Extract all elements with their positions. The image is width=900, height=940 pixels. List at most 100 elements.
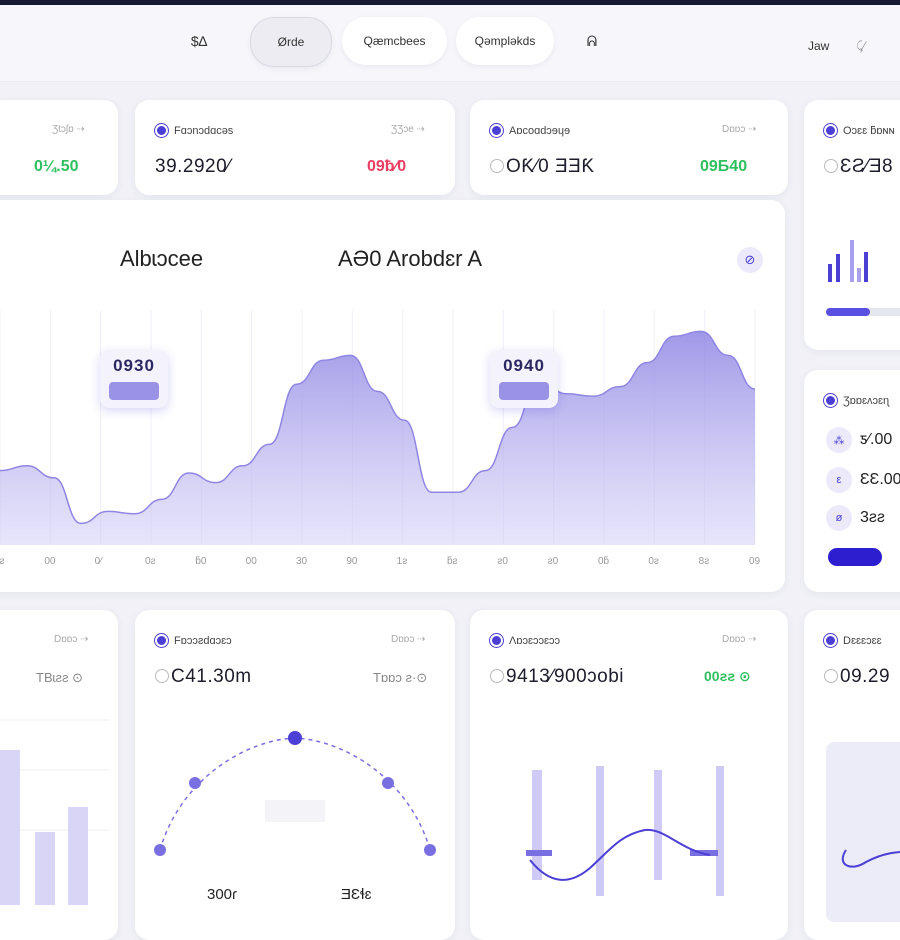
stat-value: 09.29 bbox=[824, 666, 890, 688]
stat-change: TBɩƨƨ ⊙ bbox=[36, 670, 84, 685]
list-action-button[interactable] bbox=[828, 548, 882, 566]
list-item[interactable]: ø 3ƨƨ bbox=[826, 504, 885, 532]
card-title: Fɒɔɔƨdɑɔɛɔ bbox=[155, 634, 232, 647]
chart-tooltip-0[interactable]: 0930 bbox=[100, 350, 168, 408]
ring-icon bbox=[824, 669, 838, 683]
bullet-icon bbox=[824, 394, 837, 407]
card-title-text: Fɑɔnɔdɑcəs bbox=[174, 124, 234, 137]
x-tick-label: 8ƨ bbox=[698, 556, 710, 567]
stat-card-1[interactable]: Fɑɔnɔdɑcəs ƷƷɔe ⇢ 39.2920⁄ 09ƀ⁄0 bbox=[135, 100, 455, 195]
user-icon[interactable]: ᕱ bbox=[568, 17, 616, 65]
card-title-text: Dɛɛɛɔɛɛ bbox=[843, 634, 882, 647]
ring-icon bbox=[155, 669, 169, 683]
nav-pill-2[interactable]: Qəmpləkds bbox=[456, 17, 554, 65]
card-title: Aɒcoɑdɔɘɥɘ bbox=[490, 124, 570, 137]
bar bbox=[35, 832, 55, 905]
side-list-card[interactable]: Ʒɒɒɛʌɔɛɳ ⁂ ƽ⁄.00 ε ƐƐ.00 ø 3ƨƨ bbox=[804, 370, 900, 592]
tooltip-value: 0930 bbox=[113, 356, 155, 375]
bullet-icon bbox=[824, 634, 837, 647]
gauge-point bbox=[154, 844, 166, 856]
mini-bar bbox=[850, 240, 854, 282]
nav-right-label[interactable]: Jaw bbox=[808, 39, 829, 53]
stat-value-text: ƐƧ⁄Ǝ8 bbox=[840, 156, 894, 177]
x-tick-label: 90 bbox=[346, 556, 358, 567]
bullet-icon bbox=[824, 124, 837, 137]
stat-value: C41.30m bbox=[155, 666, 252, 688]
ring-icon bbox=[490, 669, 504, 683]
logo-icon[interactable]: $∆ bbox=[175, 17, 223, 65]
stat-change: 09ƀ⁄0 bbox=[367, 158, 407, 175]
nav-pill-0[interactable]: Ørde bbox=[250, 17, 332, 67]
stat-card-0[interactable]: Ʒtɔʃɒ ⇢ 0¼.50 bbox=[0, 100, 118, 195]
gauge-label-right: ƎƐɬɛ bbox=[341, 886, 372, 903]
bullet-icon bbox=[155, 634, 168, 647]
mini-bar bbox=[828, 264, 832, 282]
bottom-card-3[interactable]: Dɛɛɛɔɛɛ 09.29 bbox=[804, 610, 900, 940]
bar bbox=[68, 807, 88, 905]
x-tick-label: 30 bbox=[296, 556, 308, 567]
list-item[interactable]: ⁂ ƽ⁄.00 bbox=[826, 426, 892, 454]
gauge-arc bbox=[159, 737, 431, 851]
list-item[interactable]: ε ƐƐ.00 bbox=[826, 466, 900, 494]
main-chart-panel: Albɩɔcee AƏ0 Arobdɛr A ⊘ 0930 0940 1ƨ000… bbox=[0, 200, 785, 592]
stat-value: ƐƧ⁄Ǝ8 bbox=[824, 156, 893, 178]
list-item-icon: ø bbox=[826, 505, 852, 531]
candle bbox=[654, 770, 662, 880]
card-meta[interactable]: Dɒɒɔ ⇢ bbox=[391, 634, 426, 645]
logo-text: $∆ bbox=[190, 33, 208, 49]
bullet-icon bbox=[155, 124, 168, 137]
mini-bar-chart bbox=[828, 240, 868, 282]
card-meta[interactable]: Dɒɒɔ ⇢ bbox=[54, 634, 89, 645]
gauge-label-left: 300ɾ bbox=[207, 886, 238, 903]
side-card-top[interactable]: Oɔɛɛ ƃɒɴɴ ƐƧ⁄Ǝ8 bbox=[804, 100, 900, 350]
card-meta[interactable]: Dɒɒɔ ⇢ bbox=[722, 124, 757, 135]
card-meta[interactable]: ƷƷɔe ⇢ bbox=[391, 124, 425, 135]
x-tick-label: ƨ0 bbox=[497, 556, 508, 567]
nav-pill-label: Qəmpləkds bbox=[474, 34, 536, 48]
stat-value: 39.2920⁄ bbox=[155, 156, 231, 177]
card-title-text: Ʌɒɔɛɔɔɛɔɔ bbox=[509, 634, 561, 647]
gauge-center-blur bbox=[265, 800, 325, 822]
card-meta[interactable]: Dɒɒɔ ⇢ bbox=[722, 634, 757, 645]
stat-change: 09Ƃ40 bbox=[700, 158, 748, 175]
bullet-icon bbox=[490, 634, 503, 647]
bottom-card-0[interactable]: Dɒɒɔ ⇢ TBɩƨƨ ⊙ bbox=[0, 610, 118, 940]
chart-tooltip-1[interactable]: 0940 bbox=[490, 350, 558, 408]
stat-value-text: 9413⁄900ɔobi bbox=[506, 666, 624, 687]
tooltip-bar bbox=[499, 382, 549, 400]
mini-bar bbox=[836, 254, 840, 282]
x-tick-label: ƨ0 bbox=[547, 556, 559, 567]
x-tick-label: 00 bbox=[245, 556, 257, 567]
mini-line bbox=[841, 849, 900, 868]
card-title-text: Fɒɔɔƨdɑɔɛɔ bbox=[174, 634, 232, 647]
card-meta[interactable]: Ʒtɔʃɒ ⇢ bbox=[52, 124, 85, 135]
candle bbox=[716, 766, 724, 896]
gauge-chart bbox=[154, 731, 436, 856]
x-tick-label: 09 bbox=[749, 556, 761, 567]
card-title: Fɑɔnɔdɑcəs bbox=[155, 124, 233, 137]
mini-bar bbox=[857, 268, 861, 282]
trend-line bbox=[529, 828, 711, 881]
stat-change: Tɒɒɔ ƨ·⊙ bbox=[373, 670, 428, 685]
stat-value: 9413⁄900ɔobi bbox=[490, 666, 624, 688]
list-item-value: 3ƨƨ bbox=[860, 509, 885, 526]
card-title: Oɔɛɛ ƃɒɴɴ bbox=[824, 124, 895, 137]
stat-value-text: OƘ⁄0 ƎƎƘ bbox=[506, 156, 595, 177]
list-item-icon: ⁂ bbox=[826, 427, 852, 453]
list-item-icon: ε bbox=[826, 467, 852, 493]
x-tick-label: 1ƨ bbox=[396, 556, 408, 567]
gauge-point bbox=[189, 777, 201, 789]
card-title-text: Aɒcoɑdɔɘɥɘ bbox=[509, 124, 571, 137]
gauge-point bbox=[424, 844, 436, 856]
bottom-card-1[interactable]: Fɒɔɔƨdɑɔɛɔ Dɒɒɔ ⇢ C41.30m Tɒɒɔ ƨ·⊙ 300ɾ … bbox=[135, 610, 455, 940]
nav-pill-1[interactable]: Qæmcbees bbox=[342, 17, 447, 65]
gauge-point bbox=[382, 777, 394, 789]
bottom-card-2[interactable]: Ʌɒɔɛɔɔɛɔɔ Dɒɒɔ ⇢ 9413⁄900ɔobi 00ƨƨ ⊙ bbox=[470, 610, 788, 940]
stat-change: 0¼.50 bbox=[34, 158, 79, 175]
mini-bar bbox=[864, 252, 868, 282]
chart-trend-icon[interactable]: ⤹⁄ bbox=[856, 39, 865, 54]
stat-card-2[interactable]: Aɒcoɑdɔɘɥɘ Dɒɒɔ ⇢ OƘ⁄0 ƎƎƘ 09Ƃ40 bbox=[470, 100, 788, 195]
x-tick-label: 00 bbox=[44, 556, 56, 567]
gauge-point bbox=[288, 731, 302, 745]
x-tick-label: ƃƨ bbox=[447, 556, 458, 567]
